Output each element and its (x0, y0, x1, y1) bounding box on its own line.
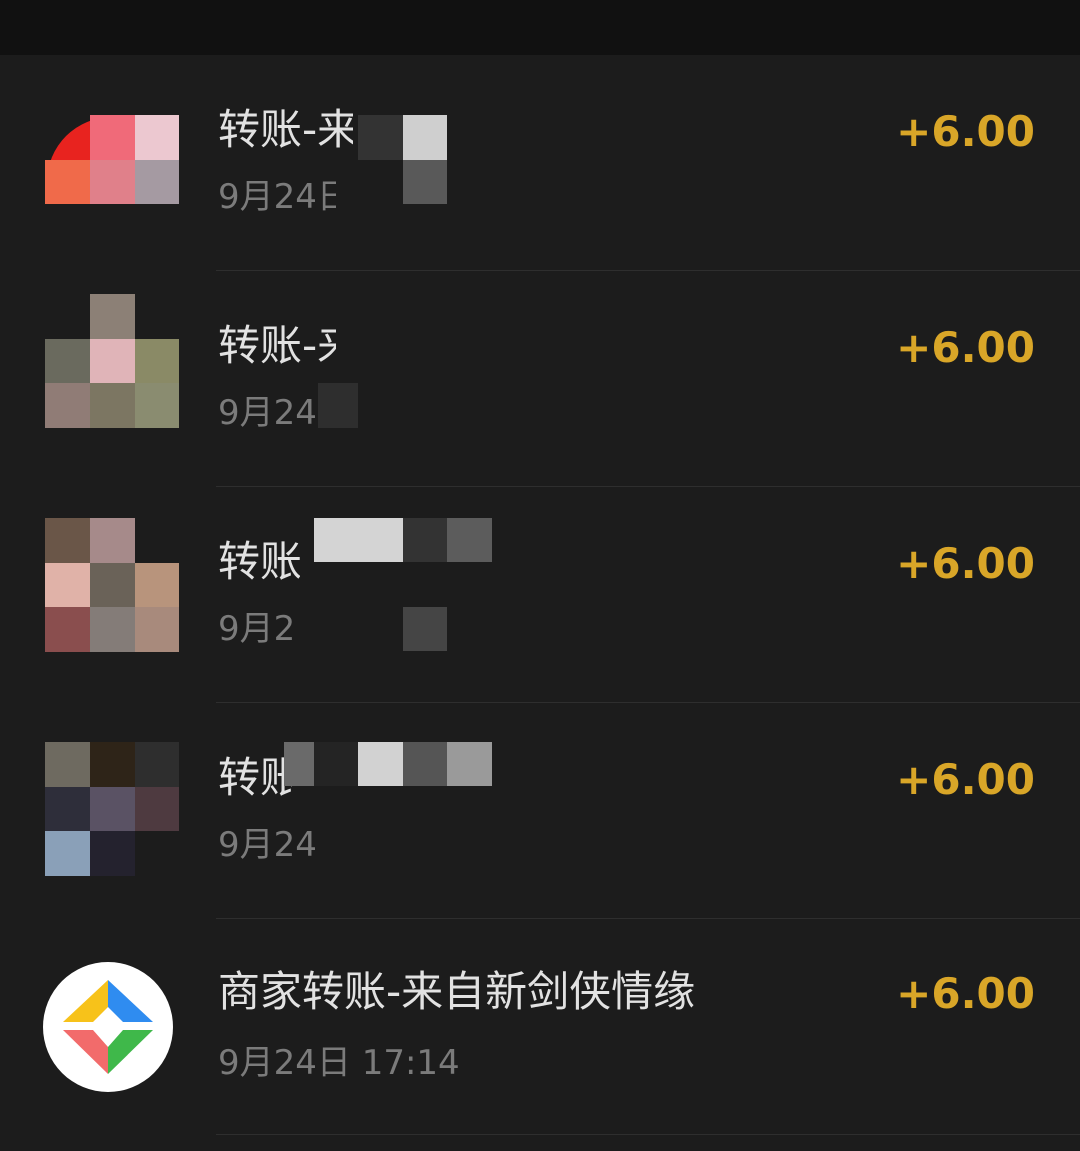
transaction-time: 9月24 (218, 825, 317, 865)
redaction-block (403, 742, 447, 786)
transaction-title-clip: 转账-来 (218, 105, 353, 155)
avatar-mosaic-icon (45, 518, 179, 652)
transaction-title-clip: 转账 (218, 753, 292, 803)
avatar-mosaic-icon (45, 742, 179, 876)
redaction-block (358, 115, 403, 160)
transaction-title: 转账-来 (218, 321, 336, 370)
transaction-title: 转账 (218, 753, 292, 802)
avatar-mosaic-icon (45, 294, 179, 428)
transaction-time-clip: 9月24日 (218, 177, 336, 217)
redaction-block (403, 115, 447, 160)
redaction-block (318, 383, 358, 428)
transaction-title: 转账 (218, 537, 300, 586)
transaction-time-clip: 9月24 (218, 825, 318, 865)
transaction-row[interactable]: 转账-来 9月24日 +6.00 (0, 55, 1080, 271)
transaction-time: 9月24日 (218, 177, 336, 217)
divider (216, 1134, 1080, 1135)
transaction-time: 9月24日 17:14 (218, 1043, 460, 1083)
redaction-block (314, 518, 403, 562)
transaction-row[interactable]: 转账-来 9月24 +6.00 (0, 271, 1080, 487)
redaction-block (403, 607, 447, 651)
transaction-amount: +6.00 (896, 755, 1035, 804)
pinwheel-merchant-logo-icon (63, 980, 153, 1074)
merchant-avatar (43, 962, 173, 1092)
avatar (45, 115, 179, 249)
transaction-amount: +6.00 (896, 107, 1035, 156)
transaction-row[interactable]: 转账 9月24 +6.00 (0, 703, 1080, 919)
redaction-block (314, 742, 358, 786)
transaction-amount: +6.00 (896, 323, 1035, 372)
transaction-row[interactable]: 商家转账-来自新剑侠情缘 9月24日 17:14 +6.00 (0, 919, 1080, 1135)
redaction-block (358, 742, 403, 786)
transaction-time: 9月24 (218, 393, 316, 433)
transaction-time: 9月2 (218, 609, 292, 649)
avatar (45, 742, 179, 876)
avatar (45, 518, 179, 652)
transaction-time-clip: 9月24 (218, 393, 316, 433)
redaction-block (403, 160, 447, 204)
transaction-time-clip: 9月2 (218, 609, 292, 649)
transaction-title: 转账-来 (218, 105, 353, 154)
transaction-title-clip: 转账 (218, 537, 300, 587)
avatar-mosaic-icon (45, 115, 179, 249)
top-bar (0, 0, 1080, 55)
redaction-block (403, 518, 447, 562)
redaction-block (447, 518, 492, 562)
transaction-row[interactable]: 转账 9月2 +6.00 (0, 487, 1080, 703)
transaction-title-clip: 转账-来 (218, 321, 336, 371)
redaction-block (284, 742, 314, 786)
transaction-amount: +6.00 (896, 969, 1035, 1018)
transaction-title: 商家转账-来自新剑侠情缘 (218, 967, 696, 1016)
avatar (45, 294, 179, 428)
transaction-amount: +6.00 (896, 539, 1035, 588)
redaction-block (447, 742, 492, 786)
